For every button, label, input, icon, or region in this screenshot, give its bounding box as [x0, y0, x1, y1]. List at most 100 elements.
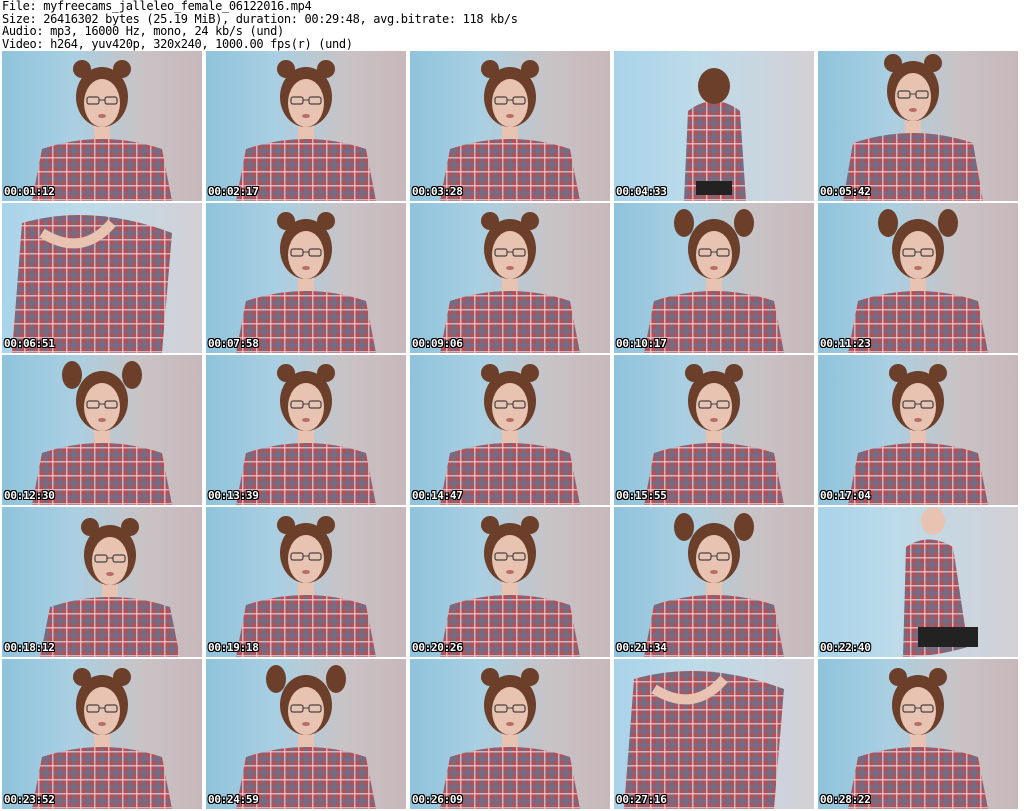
frame-image [848, 668, 988, 809]
frame-image [848, 209, 988, 353]
frame-timestamp: 00:23:52 [4, 793, 55, 806]
video-frame-thumbnail: 00:10:17 [614, 203, 814, 353]
frame-image [236, 212, 376, 353]
video-frame-thumbnail: 00:02:17 [206, 51, 406, 201]
frame-timestamp: 00:12:30 [4, 489, 55, 502]
frame-image [440, 668, 580, 809]
frame-image [644, 513, 784, 657]
video-frame-thumbnail: 00:09:06 [410, 203, 610, 353]
frame-timestamp: 00:19:18 [208, 641, 259, 654]
video-info-line: Video: h264, yuv420p, 320x240, 1000.00 f… [2, 36, 353, 51]
file-name-line: File: myfreecams_jalleleo_female_0612201… [2, 0, 312, 13]
video-frame-thumbnail: 00:21:34 [614, 507, 814, 657]
thumbnail-cell: 00:03:28 [410, 51, 614, 203]
thumbnail-cell: 00:07:58 [206, 203, 410, 355]
thumbnail-cell: 00:28:22 [818, 659, 1022, 811]
video-frame-thumbnail: 00:22:40 [818, 507, 1018, 657]
frame-timestamp: 00:05:42 [820, 185, 871, 198]
frame-image [236, 364, 376, 505]
frame-image [440, 364, 580, 505]
frame-timestamp: 00:10:17 [616, 337, 667, 350]
video-frame-thumbnail: 00:26:09 [410, 659, 610, 809]
frame-image [848, 364, 988, 505]
thumbnail-cell: 00:21:34 [614, 507, 818, 659]
frame-timestamp: 00:01:12 [4, 185, 55, 198]
frame-image [903, 507, 978, 657]
frame-image [644, 364, 784, 505]
thumbnail-cell: 00:23:52 [2, 659, 206, 811]
frame-image [32, 361, 172, 505]
thumbnail-cell: 00:27:16 [614, 659, 818, 811]
thumbnail-cell: 00:22:40 [818, 507, 1022, 659]
video-frame-thumbnail: 00:27:16 [614, 659, 814, 809]
frame-timestamp: 00:24:59 [208, 793, 259, 806]
frame-timestamp: 00:11:23 [820, 337, 871, 350]
frame-image [236, 516, 376, 657]
frame-image [440, 212, 580, 353]
video-frame-thumbnail: 00:17:04 [818, 355, 1018, 505]
frame-image [40, 518, 180, 657]
video-frame-thumbnail: 00:23:52 [2, 659, 202, 809]
frame-timestamp: 00:20:26 [412, 641, 463, 654]
video-frame-thumbnail: 00:13:39 [206, 355, 406, 505]
video-frame-thumbnail: 00:18:12 [2, 507, 202, 657]
video-frame-thumbnail: 00:24:59 [206, 659, 406, 809]
thumbnail-cell: 00:09:06 [410, 203, 614, 355]
thumbnail-cell: 00:06:51 [2, 203, 206, 355]
frame-timestamp: 00:26:09 [412, 793, 463, 806]
video-frame-thumbnail: 00:20:26 [410, 507, 610, 657]
frame-image [624, 671, 784, 809]
thumbnail-cell: 00:11:23 [818, 203, 1022, 355]
video-frame-thumbnail: 00:05:42 [818, 51, 1018, 201]
frame-image [32, 668, 172, 809]
video-frame-thumbnail: 00:19:18 [206, 507, 406, 657]
frame-image [440, 516, 580, 657]
frame-timestamp: 00:17:04 [820, 489, 871, 502]
thumbnail-cell: 00:13:39 [206, 355, 410, 507]
frame-timestamp: 00:04:33 [616, 185, 667, 198]
frame-timestamp: 00:15:55 [616, 489, 667, 502]
frame-timestamp: 00:27:16 [616, 793, 667, 806]
thumbnail-cell: 00:24:59 [206, 659, 410, 811]
frame-timestamp: 00:21:34 [616, 641, 667, 654]
thumbnail-cell: 00:19:18 [206, 507, 410, 659]
thumbnail-cell: 00:17:04 [818, 355, 1022, 507]
thumbnail-cell: 00:18:12 [2, 507, 206, 659]
frame-image [32, 60, 172, 201]
frame-image [843, 54, 983, 201]
frame-image [440, 60, 580, 201]
video-frame-thumbnail: 00:07:58 [206, 203, 406, 353]
video-frame-thumbnail: 00:14:47 [410, 355, 610, 505]
frame-image [684, 68, 746, 201]
video-frame-thumbnail: 00:12:30 [2, 355, 202, 505]
frame-timestamp: 00:02:17 [208, 185, 259, 198]
frame-image [12, 215, 172, 353]
thumbnail-cell: 00:20:26 [410, 507, 614, 659]
thumbnail-cell: 00:05:42 [818, 51, 1022, 203]
video-frame-thumbnail: 00:04:33 [614, 51, 814, 201]
frame-timestamp: 00:07:58 [208, 337, 259, 350]
video-frame-thumbnail: 00:15:55 [614, 355, 814, 505]
video-frame-thumbnail: 00:06:51 [2, 203, 202, 353]
frame-timestamp: 00:13:39 [208, 489, 259, 502]
thumbnail-cell: 00:14:47 [410, 355, 614, 507]
thumbnail-cell: 00:01:12 [2, 51, 206, 203]
frame-timestamp: 00:03:28 [412, 185, 463, 198]
thumbnail-grid: 00:01:12 00:02:17 00:03:28 00:04:33 00:05:42… [2, 51, 1022, 811]
thumbnail-cell: 00:02:17 [206, 51, 410, 203]
frame-timestamp: 00:09:06 [412, 337, 463, 350]
frame-timestamp: 00:14:47 [412, 489, 463, 502]
thumbnail-cell: 00:12:30 [2, 355, 206, 507]
video-frame-thumbnail: 00:03:28 [410, 51, 610, 201]
file-info-header: File: myfreecams_jalleleo_female_0612201… [2, 0, 1022, 50]
frame-timestamp: 00:22:40 [820, 641, 871, 654]
thumbnail-cell: 00:04:33 [614, 51, 818, 203]
frame-image [236, 60, 376, 201]
video-frame-thumbnail: 00:01:12 [2, 51, 202, 201]
frame-timestamp: 00:28:22 [820, 793, 871, 806]
thumbnail-cell: 00:15:55 [614, 355, 818, 507]
video-frame-thumbnail: 00:11:23 [818, 203, 1018, 353]
thumbnail-cell: 00:26:09 [410, 659, 614, 811]
frame-image [236, 665, 376, 809]
audio-info-line: Audio: mp3, 16000 Hz, mono, 24 kb/s (und… [2, 24, 284, 38]
